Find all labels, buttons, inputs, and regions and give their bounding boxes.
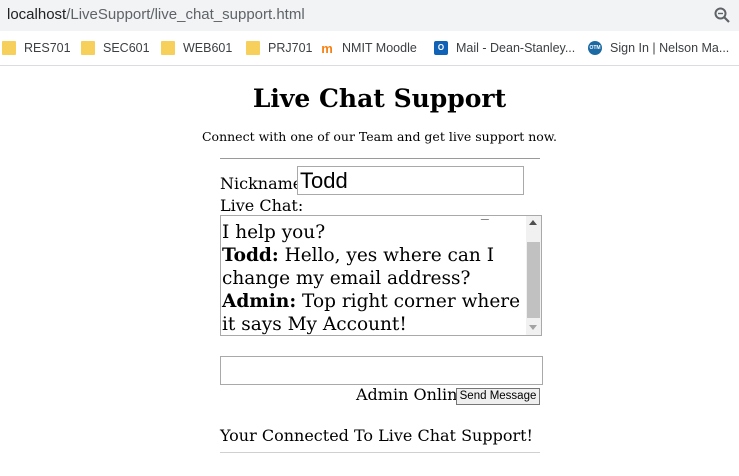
send-message-button[interactable]: Send Message: [456, 388, 540, 405]
bookmark-label: RES701: [24, 41, 71, 55]
connection-status: Your Connected To Live Chat Support!: [220, 426, 533, 445]
chat-messages: I help you? Todd: Hello, yes where can I…: [222, 221, 524, 335]
bookmark-res701[interactable]: RES701: [2, 39, 71, 57]
bookmark-sign-in[interactable]: OTM Sign In | Nelson Ma...: [588, 39, 729, 57]
outlook-icon: O: [434, 41, 448, 55]
chat-message: Admin: Top right corner where it says My…: [222, 290, 524, 335]
url-text[interactable]: localhost/LiveSupport/live_chat_support.…: [7, 6, 305, 23]
bookmarks-bar: RES701 SEC601 WEB601 PRJ701 m NMIT Moodle…: [0, 31, 739, 66]
nickname-label: Nickname:: [220, 174, 308, 193]
bookmark-mail[interactable]: O Mail - Dean-Stanley...: [434, 39, 575, 57]
chat-message: Todd: Hello, yes where can I change my e…: [222, 244, 524, 290]
chat-username: Todd:: [222, 245, 279, 266]
bookmark-web601[interactable]: WEB601: [161, 39, 232, 57]
address-bar[interactable]: localhost/LiveSupport/live_chat_support.…: [0, 0, 739, 31]
chat-log[interactable]: I help you? Todd: Hello, yes where can I…: [220, 215, 542, 336]
bookmark-label: SEC601: [103, 41, 150, 55]
zoom-icon[interactable]: [713, 6, 731, 24]
divider: [220, 158, 540, 159]
bookmark-label: Mail - Dean-Stanley...: [456, 41, 576, 55]
moodle-icon: m: [321, 41, 333, 56]
bookmark-sec601[interactable]: SEC601: [81, 39, 150, 57]
bookmark-nmit-moodle[interactable]: m NMIT Moodle: [320, 39, 417, 57]
folder-icon: [2, 41, 16, 55]
bookmark-label: PRJ701: [268, 41, 313, 55]
scrollbar-thumb[interactable]: [527, 242, 540, 318]
folder-icon: [161, 41, 175, 55]
divider: [220, 452, 540, 453]
page-title: Live Chat Support: [252, 84, 507, 113]
otm-icon: OTM: [588, 41, 602, 55]
bookmark-prj701[interactable]: PRJ701: [246, 39, 312, 57]
live-chat-label: Live Chat:: [220, 196, 304, 215]
chat-message-partial: I help you?: [222, 222, 326, 243]
url-path: /LiveSupport/live_chat_support.html: [66, 6, 305, 23]
chat-scrollbar[interactable]: [526, 216, 541, 335]
page-subtitle: Connect with one of our Team and get liv…: [201, 129, 557, 144]
bookmark-label: WEB601: [183, 41, 233, 55]
nickname-input[interactable]: Todd: [297, 166, 524, 195]
folder-icon: [81, 41, 95, 55]
resize-handle-icon: [480, 216, 494, 220]
bookmark-label: Sign In | Nelson Ma...: [610, 41, 730, 55]
folder-icon: [246, 41, 260, 55]
message-input[interactable]: [220, 356, 543, 385]
scroll-down-arrow-icon[interactable]: [529, 325, 537, 330]
admin-status: Admin Online: [356, 385, 467, 404]
chat-username: Admin:: [222, 291, 297, 312]
url-host: localhost: [7, 6, 67, 23]
bookmark-label: NMIT Moodle: [342, 41, 417, 55]
scroll-up-arrow-icon[interactable]: [529, 220, 537, 225]
